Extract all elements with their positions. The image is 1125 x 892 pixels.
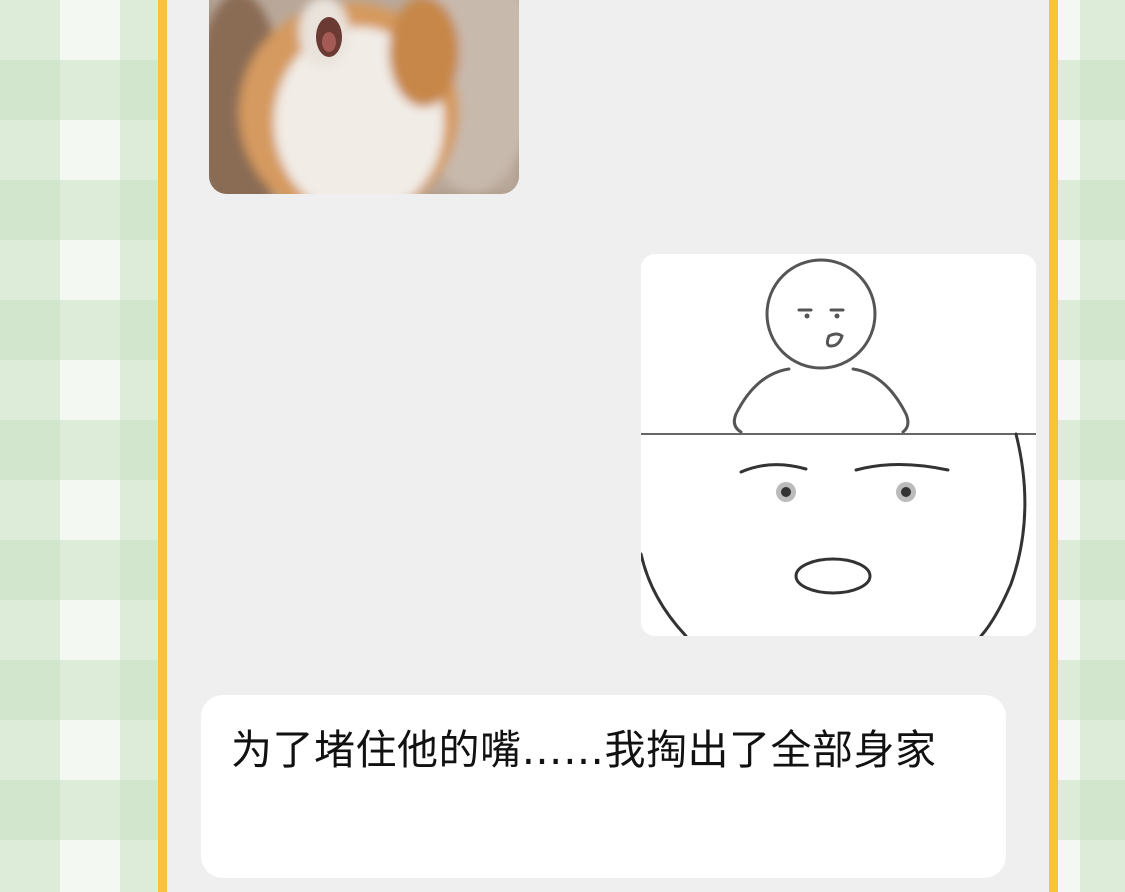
chat-window: 为了堵住他的嘴……我掏出了全部身家 [158,0,1058,892]
incoming-text-message[interactable]: 为了堵住他的嘴……我掏出了全部身家 [201,695,1006,878]
message-text: 为了堵住他的嘴……我掏出了全部身家 [231,726,937,774]
outgoing-image-message[interactable] [641,254,1036,636]
doodle-face-sticker-image [641,254,1036,636]
incoming-image-message[interactable] [209,0,519,194]
hamster-sticker-image [209,0,519,194]
